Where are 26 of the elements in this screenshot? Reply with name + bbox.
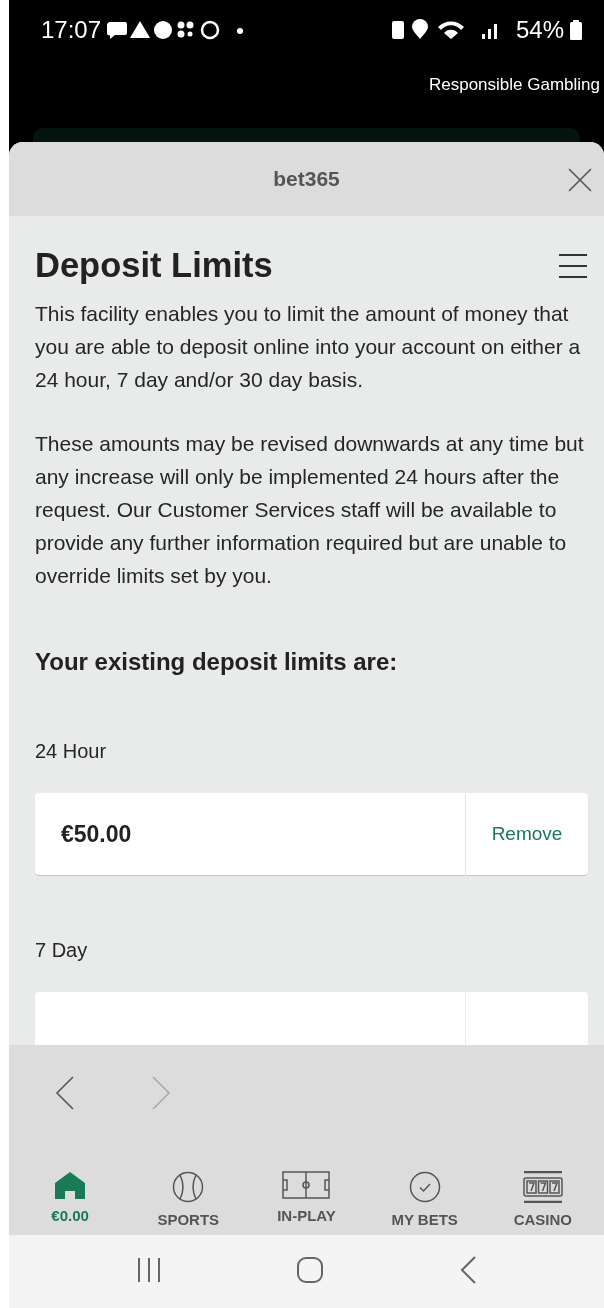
limit-period-label: 24 Hour xyxy=(35,740,108,763)
close-button[interactable] xyxy=(568,168,592,192)
back-button[interactable] xyxy=(53,1075,77,1111)
home-icon xyxy=(54,1171,87,1199)
nav-tab[interactable]: €0.00 xyxy=(15,1171,126,1228)
battery-icon xyxy=(570,20,582,40)
limit-period-label: 7 Day xyxy=(35,939,89,962)
sheet-title: bet365 xyxy=(273,167,340,191)
menu-button[interactable] xyxy=(558,252,588,279)
battery-percent: 54% xyxy=(515,16,564,44)
nav-tab[interactable]: CASINO xyxy=(487,1171,598,1228)
limit-amount: €50.00 xyxy=(35,793,465,875)
status-time: 17:07 xyxy=(41,16,102,44)
section-heading: Your existing deposit limits are: xyxy=(35,648,399,676)
nav-tab[interactable]: SPORTS xyxy=(133,1171,244,1228)
info-paragraph: These amounts may be revised downwards at any time but any increase will only be implemented 24 hours after the request. Our Customer Services staff will be available to provide any further information required but are unable to override limits set by you. xyxy=(35,431,585,589)
check-circle-icon xyxy=(408,1171,441,1203)
nav-tab[interactable]: IN-PLAY xyxy=(251,1171,362,1228)
slot-machine-icon xyxy=(522,1171,563,1203)
info-paragraph: This facility enables you to limit the amount of money that you are able to deposit online into your account on either a 24 hour, 7 day and/or 30 day basis. xyxy=(35,301,582,393)
remove-button[interactable]: Remove xyxy=(466,793,588,875)
ball-icon xyxy=(172,1171,205,1203)
nav-tab[interactable]: MY BETS xyxy=(369,1171,480,1228)
responsible-gambling-link[interactable]: Responsible Gambling xyxy=(428,75,600,95)
page-title: Deposit Limits xyxy=(35,246,273,285)
pitch-icon xyxy=(282,1171,331,1199)
